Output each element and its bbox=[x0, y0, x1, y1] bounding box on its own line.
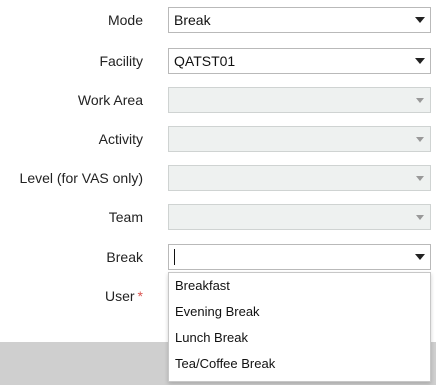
caret-down-icon[interactable] bbox=[410, 88, 430, 112]
mode-row: Mode Break bbox=[0, 5, 436, 35]
team-row: Team bbox=[0, 202, 436, 232]
dropdown-option[interactable]: Breakfast bbox=[169, 273, 430, 299]
work-area-row: Work Area bbox=[0, 85, 436, 115]
facility-select[interactable]: QATST01 bbox=[168, 48, 431, 74]
facility-row: Facility QATST01 bbox=[0, 46, 436, 76]
caret-down-icon[interactable] bbox=[410, 166, 430, 190]
dropdown-option[interactable]: Lunch Break bbox=[169, 325, 430, 351]
user-label: User * bbox=[105, 281, 143, 311]
break-dropdown-list: Breakfast Evening Break Lunch Break Tea/… bbox=[168, 272, 431, 382]
activity-label: Activity bbox=[98, 131, 143, 147]
dropdown-option[interactable]: Evening Break bbox=[169, 299, 430, 325]
work-area-label: Work Area bbox=[77, 92, 143, 108]
level-row: Level (for VAS only) bbox=[0, 163, 436, 193]
dropdown-option[interactable]: Tea/Coffee Break bbox=[169, 351, 430, 377]
level-select[interactable] bbox=[168, 165, 431, 191]
level-label: Level (for VAS only) bbox=[19, 170, 143, 186]
facility-value: QATST01 bbox=[174, 53, 236, 69]
team-select[interactable] bbox=[168, 204, 431, 230]
caret-down-icon[interactable] bbox=[410, 127, 430, 151]
team-label: Team bbox=[108, 209, 143, 225]
caret-down-icon[interactable] bbox=[410, 49, 430, 73]
activity-select[interactable] bbox=[168, 126, 431, 152]
facility-label: Facility bbox=[99, 53, 143, 69]
caret-down-icon[interactable] bbox=[410, 205, 430, 229]
user-label-text: User bbox=[104, 288, 135, 304]
break-select[interactable] bbox=[168, 244, 431, 270]
caret-down-icon[interactable] bbox=[410, 245, 430, 269]
work-area-select[interactable] bbox=[168, 87, 431, 113]
mode-label: Mode bbox=[107, 12, 143, 28]
break-row: Break bbox=[0, 242, 436, 272]
required-marker: * bbox=[137, 288, 143, 304]
caret-down-icon[interactable] bbox=[410, 8, 430, 32]
text-cursor bbox=[174, 249, 175, 265]
mode-select[interactable]: Break bbox=[168, 7, 431, 33]
activity-row: Activity bbox=[0, 124, 436, 154]
mode-value: Break bbox=[174, 12, 211, 28]
break-label: Break bbox=[106, 249, 143, 265]
